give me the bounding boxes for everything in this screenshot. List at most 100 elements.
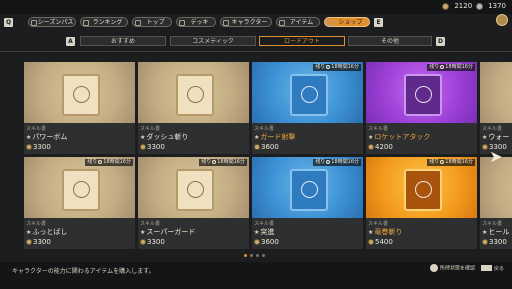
skill-book-icon [62, 169, 100, 211]
item-price: 5400 [368, 238, 393, 246]
skill-book-icon [176, 74, 214, 116]
item-card[interactable]: 残り 18時間16分 スキル書 ★ガード射撃 3600 [252, 62, 363, 154]
back-hint[interactable]: 戻る [480, 265, 504, 272]
season-pass-icon [31, 20, 37, 26]
esc-key-icon [480, 265, 492, 271]
item-category: スキル書 [254, 221, 275, 227]
item-price: 3300 [26, 238, 51, 246]
item-price: 3300 [482, 238, 507, 246]
item-art: 残り 18時間16分 [24, 157, 135, 218]
item-name: ★ヒール [482, 228, 510, 236]
divider [0, 51, 512, 52]
clock-icon [98, 159, 103, 164]
skill-emblem-icon [415, 86, 432, 103]
skill-book-icon [290, 74, 328, 116]
item-art: 残り 18時間16分 [366, 157, 477, 218]
item-price: 3300 [26, 143, 51, 151]
skill-emblem-icon [73, 86, 90, 103]
item-art: 残り 18時間16分 [252, 157, 363, 218]
skill-book-icon [62, 74, 100, 116]
next-tab-key[interactable]: E [374, 18, 383, 27]
item-name: ★ふっとばし [26, 228, 68, 236]
item-art [138, 62, 249, 123]
next-page-arrow-icon[interactable]: ➤ [487, 148, 505, 166]
subtab-loadout[interactable]: ロードアウト [259, 36, 345, 46]
skill-emblem-icon [187, 181, 204, 198]
clock-icon [212, 159, 217, 164]
tab-top[interactable]: トップ [132, 17, 172, 27]
clock-icon [326, 64, 331, 69]
item-name: ★竜巻斬り [368, 228, 403, 236]
clock-icon [440, 159, 445, 164]
item-art [480, 62, 512, 123]
item-category: スキル書 [368, 126, 389, 132]
item-card-partial[interactable]: スキル書 ★ヒール 3300 [480, 157, 512, 249]
sub-nav: A おすすめ コスメティック ロードアウト その他 D [0, 35, 512, 47]
timer-badge: 残り 18時間16分 [199, 159, 247, 166]
item-category: スキル書 [482, 221, 503, 227]
tab-deck[interactable]: デッキ [176, 17, 216, 27]
character-icon [223, 20, 229, 26]
item-price: 3600 [254, 238, 279, 246]
tab-character[interactable]: キャラクター [220, 17, 272, 27]
item-name: ★ウォー [482, 133, 510, 141]
home-icon [135, 20, 141, 26]
gold-amount: 2120 [454, 2, 473, 10]
controller-button-icon [429, 264, 438, 272]
subtab-cosmetic[interactable]: コスメティック [170, 36, 256, 46]
rarity-icon: ★ [140, 229, 146, 236]
clock-icon [440, 64, 445, 69]
prev-subtab-key[interactable]: A [66, 37, 75, 46]
top-bar: 2120 1370 [0, 0, 512, 14]
item-card[interactable]: 残り 18時間16分 スキル書 ★ロケットアタック 4200 [366, 62, 477, 154]
item-name: ★ダッシュ斬り [140, 133, 189, 141]
page-dot[interactable] [256, 254, 259, 257]
item-art [24, 62, 135, 123]
page-dot[interactable] [244, 254, 247, 257]
confirm-hint[interactable]: 所持状態を確認 [429, 264, 475, 272]
tab-ranking[interactable]: ランキング [80, 17, 128, 27]
item-price: 4200 [368, 143, 393, 151]
item-card-partial[interactable]: スキル書 ★ウォー 3300 [480, 62, 512, 154]
item-card[interactable]: スキル書 ★ダッシュ斬り 3300 [138, 62, 249, 154]
item-category: スキル書 [140, 126, 161, 132]
deck-icon [179, 20, 185, 26]
prev-tab-key[interactable]: Q [4, 18, 13, 27]
item-art: 残り 18時間16分 [252, 62, 363, 123]
timer-badge: 残り 18時間16分 [427, 64, 475, 71]
main-nav: Q シーズンパス ランキング トップ デッキ キャラクター アイテム ショップ … [0, 15, 512, 29]
next-subtab-key[interactable]: D [436, 37, 445, 46]
skill-book-icon [290, 169, 328, 211]
item-category: スキル書 [254, 126, 275, 132]
tab-item[interactable]: アイテム [276, 17, 320, 27]
rarity-icon: ★ [140, 134, 146, 141]
page-dot[interactable] [262, 254, 265, 257]
item-card[interactable]: 残り 18時間16分 スキル書 ★竜巻斬り 5400 [366, 157, 477, 249]
silver-coin-icon [476, 2, 484, 10]
coin-icon [140, 144, 146, 150]
skill-emblem-icon [301, 86, 318, 103]
pagination [244, 254, 265, 257]
rarity-icon: ★ [26, 134, 32, 141]
item-price: 3600 [254, 143, 279, 151]
skill-book-icon [404, 169, 442, 211]
skill-emblem-icon [73, 181, 90, 198]
item-card[interactable]: 残り 18時間16分 スキル書 ★突進 3600 [252, 157, 363, 249]
item-card[interactable]: スキル書 ★パワーボム 3300 [24, 62, 135, 154]
timer-badge: 残り 18時間16分 [313, 159, 361, 166]
item-card[interactable]: 残り 18時間16分 スキル書 ★スーパーガード 3300 [138, 157, 249, 249]
item-name: ★ロケットアタック [368, 133, 431, 141]
tab-season-pass[interactable]: シーズンパス [28, 17, 76, 27]
coin-icon [140, 239, 146, 245]
item-art [480, 157, 512, 218]
item-card[interactable]: 残り 18時間16分 スキル書 ★ふっとばし 3300 [24, 157, 135, 249]
tab-shop[interactable]: ショップ [324, 17, 370, 27]
item-name: ★突進 [254, 228, 275, 236]
rarity-icon: ★ [368, 134, 374, 141]
subtab-recommended[interactable]: おすすめ [80, 36, 166, 46]
page-dot[interactable] [250, 254, 253, 257]
item-price: 3300 [140, 238, 165, 246]
subtab-other[interactable]: その他 [348, 36, 432, 46]
item-name: ★パワーボム [26, 133, 68, 141]
item-name: ★ガード射撃 [254, 133, 296, 141]
